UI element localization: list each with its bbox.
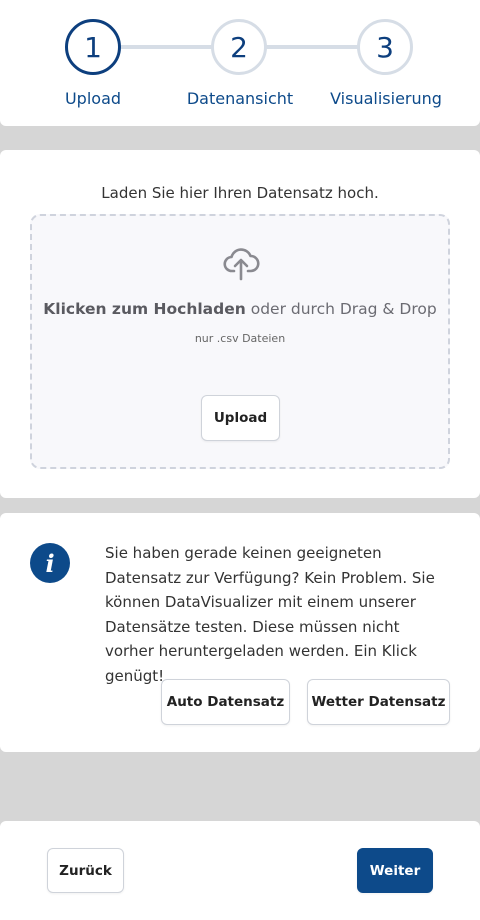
step-1-circle[interactable]: 1 (65, 19, 121, 75)
click-to-upload-text[interactable]: Klicken zum Hochladen (43, 300, 246, 318)
step-3-label: Visualisierung (330, 89, 442, 108)
cloud-upload-icon (223, 248, 260, 281)
dropzone-instructions: Klicken zum Hochladen oder durch Drag & … (32, 300, 448, 318)
upload-button[interactable]: Upload (201, 395, 280, 441)
step-connector (266, 45, 360, 49)
next-button[interactable]: Weiter (357, 848, 433, 893)
step-connector (120, 45, 214, 49)
auto-dataset-button[interactable]: Auto Datensatz (161, 679, 290, 725)
step-1-label: Upload (64, 89, 122, 108)
navigation-footer: Zurück Weiter (0, 821, 480, 920)
sample-dataset-info-text: Sie haben gerade keinen geeigneten Daten… (105, 544, 435, 685)
sample-dataset-card: i Sie haben gerade keinen geeigneten Dat… (0, 513, 480, 752)
step-2-label: Datenansicht (186, 89, 294, 108)
step-3-circle[interactable]: 3 (357, 19, 413, 75)
back-button[interactable]: Zurück (47, 848, 124, 893)
stepper: 1 2 3 Upload Datenansicht Visualisierung (0, 0, 480, 126)
info-icon: i (30, 543, 70, 583)
drag-drop-text: oder durch Drag & Drop (245, 300, 437, 318)
weather-dataset-button[interactable]: Wetter Datensatz (307, 679, 450, 725)
upload-intro-text: Laden Sie hier Ihren Datensatz hoch. (101, 184, 379, 202)
upload-card: Laden Sie hier Ihren Datensatz hoch. Kli… (0, 150, 480, 498)
file-type-hint: nur .csv Dateien (194, 332, 286, 345)
step-2-circle[interactable]: 2 (211, 19, 267, 75)
